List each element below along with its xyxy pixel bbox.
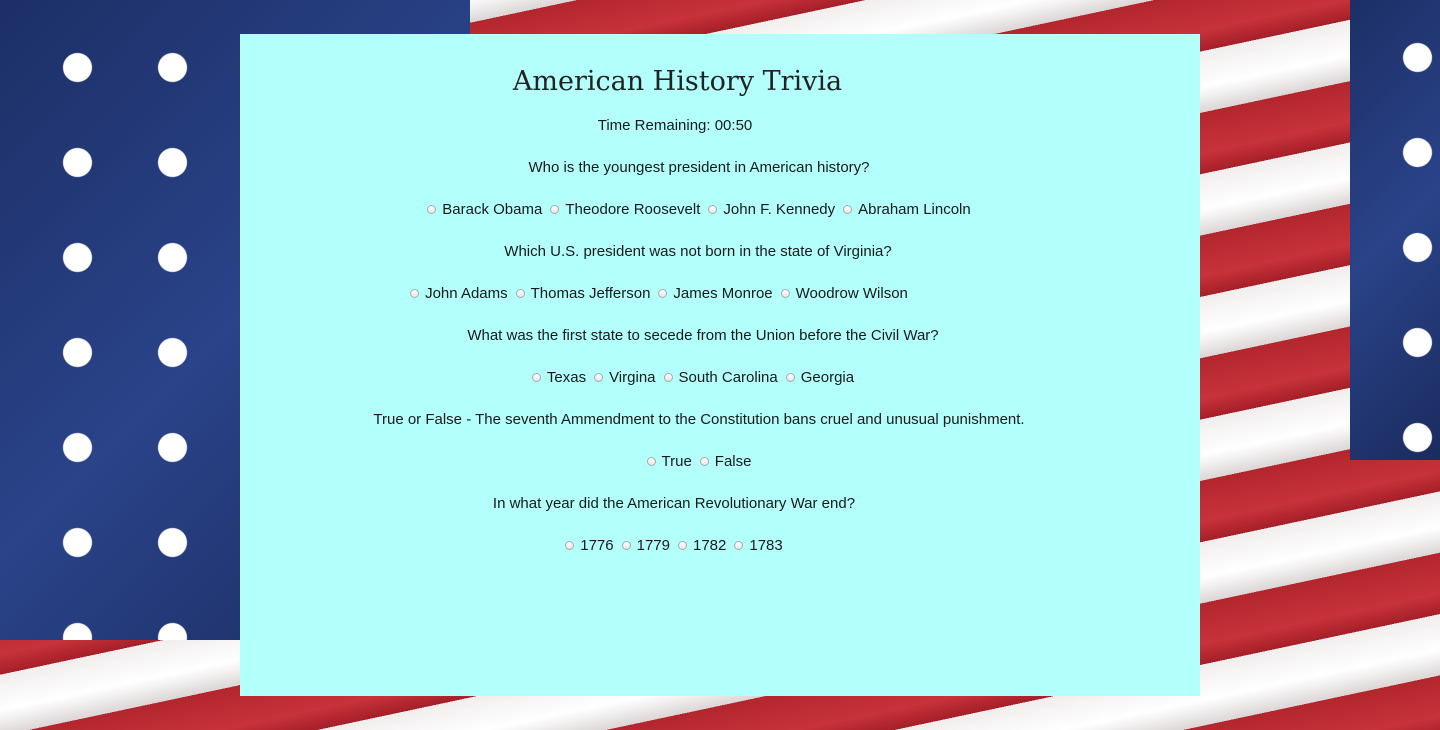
- radio-button[interactable]: [699, 457, 709, 466]
- question-2-text: Which U.S. president was not born in the…: [504, 243, 892, 260]
- question-3-options: Texas Virgina South Carolina Georgia: [240, 369, 1146, 386]
- radio-button[interactable]: [427, 205, 437, 214]
- flag-canton-right: [1350, 0, 1440, 460]
- radio-button[interactable]: [410, 289, 420, 298]
- q3-option-4[interactable]: Georgia: [785, 369, 854, 386]
- q5-option-2[interactable]: 1779: [621, 537, 670, 554]
- q4-option-2[interactable]: False: [699, 453, 751, 470]
- q1-option-2[interactable]: Theodore Roosevelt: [550, 201, 700, 218]
- question-4-options: True False: [240, 453, 1158, 470]
- radio-button[interactable]: [780, 289, 790, 298]
- radio-button[interactable]: [708, 205, 718, 214]
- question-1-options: Barack Obama Theodore Roosevelt John F. …: [240, 201, 1158, 218]
- radio-button[interactable]: [646, 457, 656, 466]
- q5-option-3[interactable]: 1782: [678, 537, 726, 554]
- q3-option-1[interactable]: Texas: [531, 369, 586, 386]
- radio-button[interactable]: [658, 289, 668, 298]
- question-4-text: True or False - The seventh Ammendment t…: [373, 411, 1025, 428]
- radio-button[interactable]: [734, 541, 744, 550]
- question-2-options: John Adams Thomas Jefferson James Monroe…: [240, 285, 1078, 302]
- radio-button[interactable]: [594, 373, 604, 382]
- q2-option-4[interactable]: Woodrow Wilson: [780, 285, 908, 302]
- q5-option-4[interactable]: 1783: [734, 537, 783, 554]
- quiz-panel: American History Trivia Time Remaining: …: [240, 34, 1200, 696]
- question-5-options: 1776 1779 1782 1783: [240, 537, 1108, 554]
- radio-button[interactable]: [663, 373, 673, 382]
- radio-button[interactable]: [678, 541, 687, 550]
- q4-option-1[interactable]: True: [646, 453, 692, 470]
- page-title: American History Trivia: [512, 66, 843, 97]
- radio-button[interactable]: [565, 541, 575, 550]
- radio-button[interactable]: [515, 289, 525, 298]
- q2-option-2[interactable]: Thomas Jefferson: [515, 285, 650, 302]
- question-5-text: In what year did the American Revolution…: [492, 495, 856, 512]
- radio-button[interactable]: [550, 205, 560, 214]
- q1-option-4[interactable]: Abraham Lincoln: [843, 201, 971, 218]
- time-remaining: Time Remaining: 00:50: [597, 117, 753, 134]
- radio-button[interactable]: [531, 373, 541, 382]
- q1-option-1[interactable]: Barack Obama: [427, 201, 542, 218]
- radio-button[interactable]: [785, 373, 795, 382]
- q3-option-3[interactable]: South Carolina: [663, 369, 778, 386]
- q3-option-2[interactable]: Virgina: [594, 369, 656, 386]
- radio-button[interactable]: [843, 205, 853, 214]
- q2-option-3[interactable]: James Monroe: [658, 285, 773, 302]
- question-3-text: What was the first state to secede from …: [467, 327, 939, 344]
- q2-option-1[interactable]: John Adams: [410, 285, 508, 302]
- question-1-text: Who is the youngest president in America…: [528, 159, 870, 176]
- radio-button[interactable]: [621, 541, 631, 550]
- q5-option-1[interactable]: 1776: [565, 537, 614, 554]
- q1-option-3[interactable]: John F. Kennedy: [708, 201, 835, 218]
